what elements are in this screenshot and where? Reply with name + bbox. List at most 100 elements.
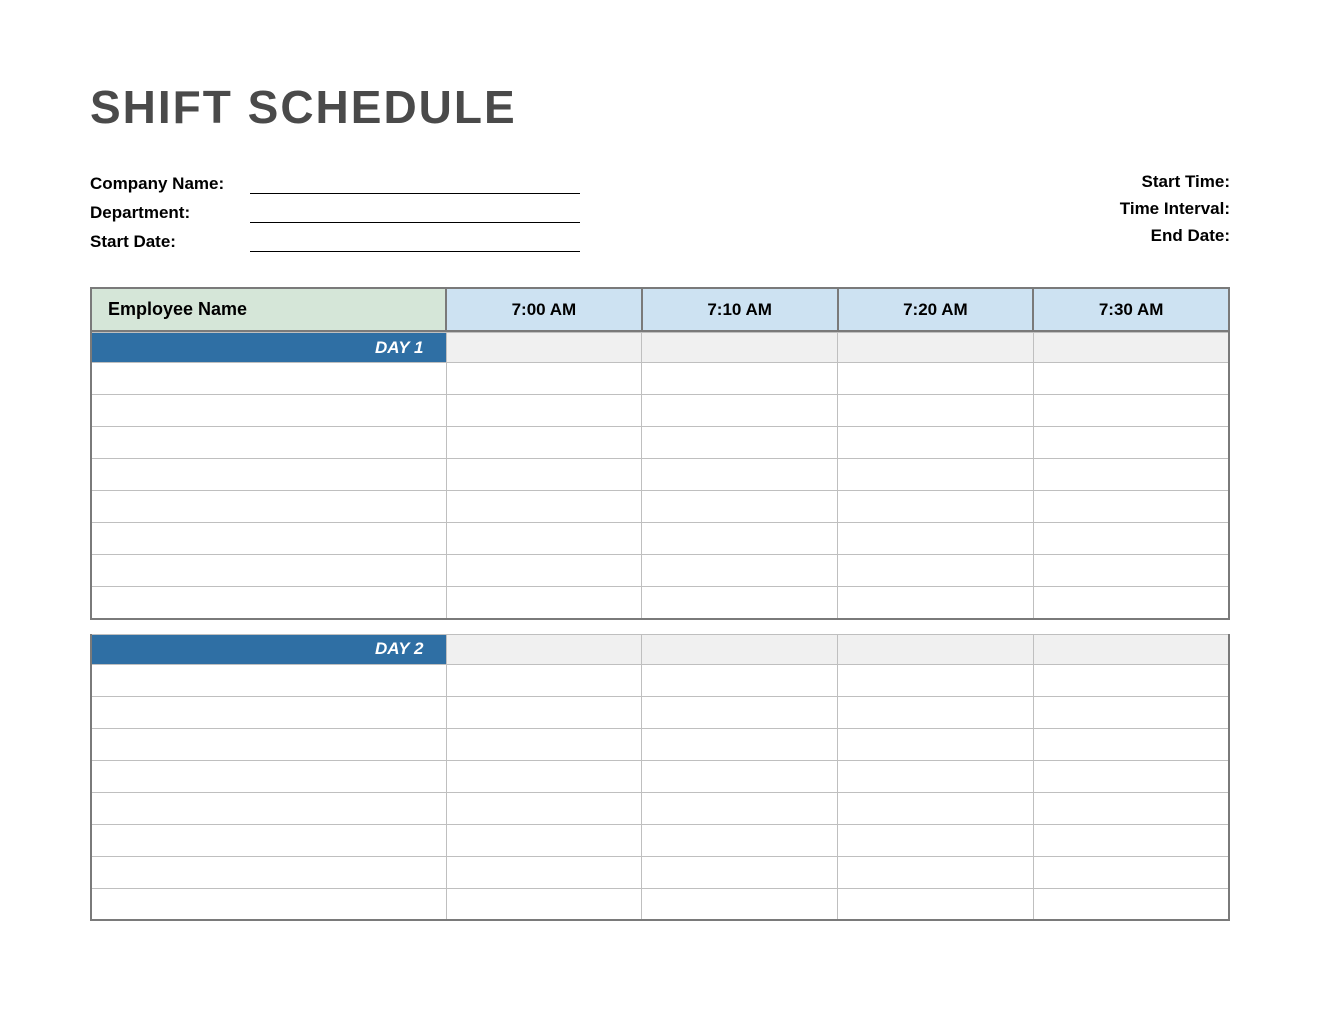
shift-cell[interactable] [642, 664, 838, 696]
shift-cell[interactable] [446, 856, 642, 888]
shift-cell[interactable] [1033, 856, 1229, 888]
shift-cell[interactable] [642, 792, 838, 824]
shift-cell[interactable] [838, 728, 1034, 760]
day-header-slot [1033, 333, 1229, 363]
shift-cell[interactable] [838, 664, 1034, 696]
shift-cell[interactable] [1033, 792, 1229, 824]
shift-cell[interactable] [838, 856, 1034, 888]
shift-cell[interactable] [642, 491, 838, 523]
shift-cell[interactable] [446, 587, 642, 619]
shift-cell[interactable] [838, 824, 1034, 856]
shift-cell[interactable] [1033, 523, 1229, 555]
input-department[interactable] [250, 201, 580, 223]
employee-cell[interactable] [91, 664, 446, 696]
employee-cell[interactable] [91, 856, 446, 888]
shift-cell[interactable] [1033, 555, 1229, 587]
employee-cell[interactable] [91, 363, 446, 395]
employee-cell[interactable] [91, 491, 446, 523]
input-start-date[interactable] [250, 230, 580, 252]
shift-cell[interactable] [838, 459, 1034, 491]
shift-cell[interactable] [838, 696, 1034, 728]
shift-cell[interactable] [642, 395, 838, 427]
shift-cell[interactable] [446, 427, 642, 459]
label-end-date: End Date: [1120, 226, 1230, 246]
shift-cell[interactable] [642, 555, 838, 587]
shift-cell[interactable] [838, 760, 1034, 792]
table-row [91, 824, 1229, 856]
input-company[interactable] [250, 172, 580, 194]
header-time-3: 7:30 AM [1033, 288, 1229, 331]
shift-cell[interactable] [1033, 427, 1229, 459]
header-time-0: 7:00 AM [446, 288, 642, 331]
employee-cell[interactable] [91, 427, 446, 459]
meta-block: Company Name: Department: Start Date: St… [90, 172, 1230, 259]
shift-cell[interactable] [642, 587, 838, 619]
shift-cell[interactable] [642, 427, 838, 459]
shift-cell[interactable] [642, 459, 838, 491]
employee-cell[interactable] [91, 792, 446, 824]
employee-cell[interactable] [91, 760, 446, 792]
shift-cell[interactable] [446, 824, 642, 856]
shift-cell[interactable] [1033, 888, 1229, 920]
shift-cell[interactable] [1033, 696, 1229, 728]
shift-cell[interactable] [642, 888, 838, 920]
label-time-interval: Time Interval: [1120, 199, 1230, 219]
table-row [91, 427, 1229, 459]
label-department: Department: [90, 203, 250, 223]
shift-cell[interactable] [1033, 824, 1229, 856]
shift-cell[interactable] [1033, 395, 1229, 427]
shift-cell[interactable] [446, 523, 642, 555]
table-row [91, 888, 1229, 920]
shift-cell[interactable] [838, 587, 1034, 619]
shift-cell[interactable] [446, 555, 642, 587]
employee-cell[interactable] [91, 888, 446, 920]
employee-cell[interactable] [91, 728, 446, 760]
shift-cell[interactable] [446, 888, 642, 920]
table-row [91, 856, 1229, 888]
shift-cell[interactable] [838, 363, 1034, 395]
shift-cell[interactable] [1033, 728, 1229, 760]
day-header: DAY 1 [91, 333, 446, 363]
shift-cell[interactable] [1033, 760, 1229, 792]
employee-cell[interactable] [91, 555, 446, 587]
shift-cell[interactable] [1033, 664, 1229, 696]
shift-cell[interactable] [642, 523, 838, 555]
shift-cell[interactable] [446, 728, 642, 760]
shift-cell[interactable] [446, 760, 642, 792]
day-header-slot [838, 634, 1034, 664]
shift-cell[interactable] [838, 427, 1034, 459]
shift-cell[interactable] [642, 696, 838, 728]
shift-cell[interactable] [1033, 363, 1229, 395]
shift-cell[interactable] [1033, 459, 1229, 491]
shift-cell[interactable] [838, 491, 1034, 523]
shift-cell[interactable] [446, 363, 642, 395]
shift-cell[interactable] [1033, 491, 1229, 523]
shift-cell[interactable] [446, 459, 642, 491]
shift-cell[interactable] [838, 555, 1034, 587]
shift-cell[interactable] [1033, 587, 1229, 619]
page-title: SHIFT SCHEDULE [90, 80, 1230, 134]
day-header-slot [838, 333, 1034, 363]
shift-cell[interactable] [838, 395, 1034, 427]
shift-cell[interactable] [446, 491, 642, 523]
shift-cell[interactable] [642, 856, 838, 888]
employee-cell[interactable] [91, 395, 446, 427]
shift-cell[interactable] [642, 824, 838, 856]
shift-cell[interactable] [446, 696, 642, 728]
shift-cell[interactable] [642, 760, 838, 792]
shift-cell[interactable] [642, 363, 838, 395]
employee-cell[interactable] [91, 824, 446, 856]
employee-cell[interactable] [91, 459, 446, 491]
shift-cell[interactable] [838, 523, 1034, 555]
shift-cell[interactable] [838, 792, 1034, 824]
employee-cell[interactable] [91, 587, 446, 619]
shift-cell[interactable] [446, 664, 642, 696]
employee-cell[interactable] [91, 696, 446, 728]
shift-cell[interactable] [446, 792, 642, 824]
shift-cell[interactable] [446, 395, 642, 427]
shift-cell[interactable] [838, 888, 1034, 920]
employee-cell[interactable] [91, 523, 446, 555]
table-row [91, 792, 1229, 824]
shift-cell[interactable] [642, 728, 838, 760]
day-header-slot [642, 634, 838, 664]
